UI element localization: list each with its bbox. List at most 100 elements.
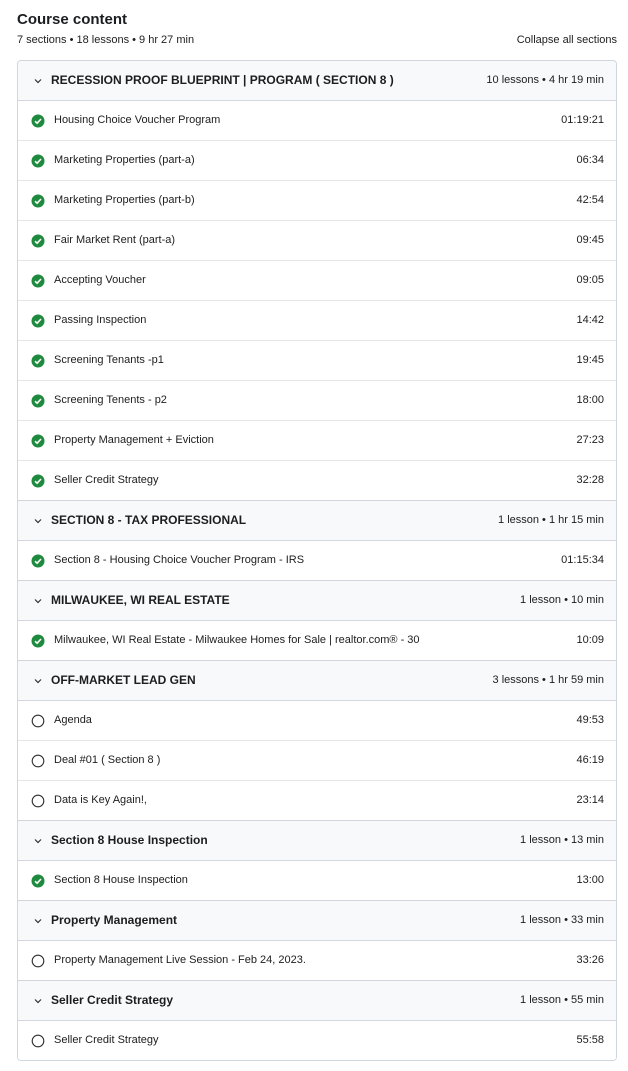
completed-check-icon[interactable] (31, 154, 45, 168)
lesson-title: Property Management Live Session - Feb 2… (54, 954, 306, 966)
chevron-down-icon (34, 679, 42, 684)
lesson-duration: 27:23 (576, 434, 604, 446)
lesson-item[interactable]: Accepting Voucher 09:05 (18, 261, 616, 301)
section-meta: 1 lesson • 33 min (520, 914, 604, 926)
lesson-item[interactable]: Screening Tenents - p2 18:00 (18, 381, 616, 421)
page-title: Course content (17, 11, 128, 28)
section-title: RECESSION PROOF BLUEPRINT | PROGRAM ( SE… (51, 73, 394, 87)
completed-check-icon[interactable] (31, 554, 45, 568)
course-sections-list: RECESSION PROOF BLUEPRINT | PROGRAM ( SE… (17, 60, 617, 1061)
collapse-all-button[interactable]: Collapse all sections (517, 33, 617, 47)
lesson-item[interactable]: Marketing Properties (part-b) 42:54 (18, 181, 616, 221)
completed-check-icon[interactable] (31, 114, 45, 128)
lesson-duration: 09:05 (576, 274, 604, 286)
lesson-title: Milwaukee, WI Real Estate - Milwaukee Ho… (54, 634, 420, 646)
lesson-title: Section 8 - Housing Choice Voucher Progr… (54, 554, 305, 566)
lesson-item[interactable]: Housing Choice Voucher Program 01:19:21 (18, 101, 616, 141)
lesson-item[interactable]: Property Management + Eviction 27:23 (18, 421, 616, 461)
lesson-title: Fair Market Rent (part-a) (54, 234, 176, 246)
section-header[interactable]: Property Management 1 lesson • 33 min (18, 901, 616, 941)
completed-check-icon[interactable] (31, 874, 45, 888)
lesson-title: Seller Credit Strategy (54, 1034, 159, 1046)
section-header[interactable]: OFF-MARKET LEAD GEN 3 lessons • 1 hr 59 m… (18, 661, 616, 701)
section-header[interactable]: RECESSION PROOF BLUEPRINT | PROGRAM ( SE… (18, 61, 616, 101)
lesson-item[interactable]: Seller Credit Strategy 55:58 (18, 1021, 616, 1060)
section-meta: 1 lesson • 1 hr 15 min (498, 514, 604, 526)
incomplete-circle-icon[interactable] (31, 794, 45, 808)
lesson-duration: 55:58 (576, 1034, 604, 1046)
lesson-title: Data is Key Again!, (54, 794, 147, 806)
lesson-duration: 13:00 (576, 874, 604, 886)
lesson-item[interactable]: Marketing Properties (part-a) 06:34 (18, 141, 616, 181)
section-header[interactable]: Seller Credit Strategy 1 lesson • 55 min (18, 981, 616, 1021)
lesson-duration: 33:26 (576, 954, 604, 966)
lesson-item[interactable]: Milwaukee, WI Real Estate - Milwaukee Ho… (18, 621, 616, 661)
lesson-title: Screening Tenents - p2 (54, 394, 167, 406)
lesson-duration: 32:28 (576, 474, 604, 486)
chevron-down-icon (34, 919, 42, 924)
completed-check-icon[interactable] (31, 194, 45, 208)
lesson-duration: 46:19 (576, 754, 604, 766)
lesson-item[interactable]: Section 8 House Inspection 13:00 (18, 861, 616, 901)
lesson-duration: 09:45 (576, 234, 604, 246)
section-header[interactable]: SECTION 8 - TAX PROFESSIONAL 1 lesson • 1… (18, 501, 616, 541)
lesson-title: Passing Inspection (54, 314, 147, 326)
section-meta: 3 lessons • 1 hr 59 min (492, 674, 604, 686)
section-title: MILWAUKEE, WI REAL ESTATE (51, 593, 230, 607)
lesson-item[interactable]: Screening Tenants -p1 19:45 (18, 341, 616, 381)
lesson-duration: 06:34 (576, 154, 604, 166)
completed-check-icon[interactable] (31, 314, 45, 328)
lesson-duration: 42:54 (576, 194, 604, 206)
chevron-down-icon (34, 79, 42, 84)
chevron-down-icon (34, 839, 42, 844)
lesson-title: Property Management + Eviction (54, 434, 214, 446)
lesson-duration: 01:15:34 (561, 554, 604, 566)
lesson-title: Housing Choice Voucher Program (54, 114, 221, 126)
course-content-header: Course content 7 sections • 18 lessons •… (17, 10, 617, 50)
section-title: OFF-MARKET LEAD GEN (51, 673, 196, 687)
lesson-item[interactable]: Agenda 49:53 (18, 701, 616, 741)
lesson-item[interactable]: Property Management Live Session - Feb 2… (18, 941, 616, 981)
lesson-item[interactable]: Section 8 - Housing Choice Voucher Progr… (18, 541, 616, 581)
lesson-item[interactable]: Data is Key Again!, 23:14 (18, 781, 616, 821)
lesson-title: Screening Tenants -p1 (54, 354, 164, 366)
completed-check-icon[interactable] (31, 234, 45, 248)
completed-check-icon[interactable] (31, 474, 45, 488)
lesson-duration: 23:14 (576, 794, 604, 806)
section-header[interactable]: Section 8 House Inspection 1 lesson • 13 … (18, 821, 616, 861)
lesson-duration: 19:45 (576, 354, 604, 366)
section-title: Section 8 House Inspection (51, 833, 208, 847)
section-title: Seller Credit Strategy (51, 993, 174, 1007)
incomplete-circle-icon[interactable] (31, 714, 45, 728)
section-title: Property Management (51, 913, 178, 927)
completed-check-icon[interactable] (31, 354, 45, 368)
lesson-title: Section 8 House Inspection (54, 874, 188, 886)
lesson-duration: 14:42 (576, 314, 604, 326)
lesson-title: Marketing Properties (part-a) (54, 154, 195, 166)
completed-check-icon[interactable] (31, 394, 45, 408)
completed-check-icon[interactable] (31, 634, 45, 648)
lesson-item[interactable]: Seller Credit Strategy 32:28 (18, 461, 616, 501)
completed-check-icon[interactable] (31, 274, 45, 288)
lesson-item[interactable]: Passing Inspection 14:42 (18, 301, 616, 341)
lesson-duration: 10:09 (576, 634, 604, 646)
section-header[interactable]: MILWAUKEE, WI REAL ESTATE 1 lesson • 10 m… (18, 581, 616, 621)
chevron-down-icon (34, 999, 42, 1004)
incomplete-circle-icon[interactable] (31, 954, 45, 968)
section-meta: 1 lesson • 55 min (520, 994, 604, 1006)
lesson-duration: 49:53 (576, 714, 604, 726)
lesson-title: Marketing Properties (part-b) (54, 194, 195, 206)
lesson-title: Accepting Voucher (54, 274, 146, 286)
lesson-title: Seller Credit Strategy (54, 474, 159, 486)
lesson-item[interactable]: Deal #01 ( Section 8 ) 46:19 (18, 741, 616, 781)
section-meta: 1 lesson • 10 min (520, 594, 604, 606)
lesson-title: Deal #01 ( Section 8 ) (54, 754, 161, 766)
course-summary: 7 sections • 18 lessons • 9 hr 27 min (17, 34, 195, 46)
completed-check-icon[interactable] (31, 434, 45, 448)
incomplete-circle-icon[interactable] (31, 754, 45, 768)
section-title: SECTION 8 - TAX PROFESSIONAL (51, 513, 247, 527)
lesson-title: Agenda (54, 714, 92, 726)
incomplete-circle-icon[interactable] (31, 1034, 45, 1048)
chevron-down-icon (34, 519, 42, 524)
lesson-item[interactable]: Fair Market Rent (part-a) 09:45 (18, 221, 616, 261)
